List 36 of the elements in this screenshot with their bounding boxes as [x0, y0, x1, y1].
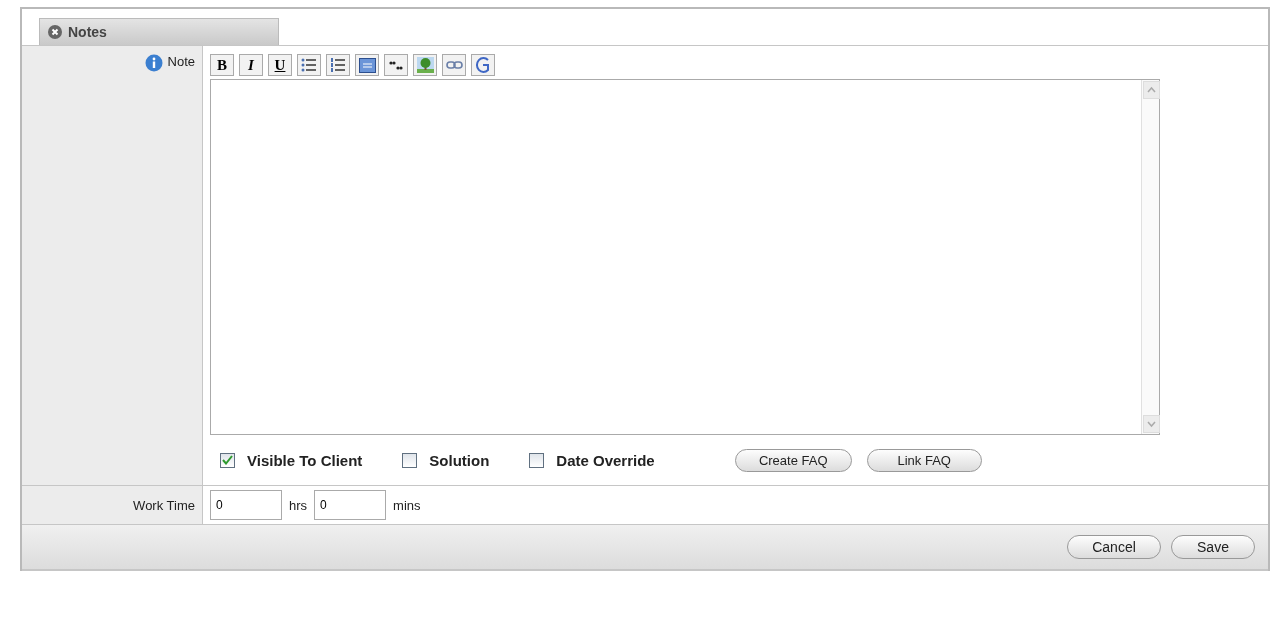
unit-label: mins — [393, 497, 421, 513]
info-icon — [144, 54, 163, 72]
save-button[interactable]: Save — [1171, 535, 1255, 559]
google-g-icon — [475, 56, 491, 74]
checkbox-label: Visible To Client — [247, 451, 363, 469]
italic-button[interactable]: I — [239, 54, 263, 76]
checkbox[interactable] — [529, 452, 545, 468]
checkbox-label: Date Override — [556, 451, 655, 469]
checkbox[interactable] — [402, 452, 418, 468]
checkbox[interactable] — [220, 452, 235, 468]
cancel-button[interactable]: Cancel — [1067, 535, 1161, 559]
hours-field[interactable]: 0 — [210, 490, 282, 520]
image-button[interactable] — [413, 54, 437, 76]
google-button[interactable] — [471, 54, 495, 76]
numbers-button[interactable] — [326, 54, 350, 76]
quote-icon — [389, 60, 403, 70]
numbered-list-icon — [330, 57, 346, 73]
tree-picture-icon — [416, 57, 434, 73]
chain-link-icon — [445, 60, 463, 70]
bold-button[interactable]: B — [210, 54, 234, 76]
field-label: Note — [167, 54, 195, 69]
minutes-field[interactable]: 0 — [314, 490, 387, 520]
link-button[interactable] — [442, 54, 466, 76]
checkbox-label: Solution — [429, 451, 490, 469]
bullet-list-icon — [301, 57, 317, 73]
faq-button[interactable]: Create FAQ — [734, 448, 852, 472]
field-label: Work Time — [133, 497, 195, 513]
close-icon[interactable] — [48, 25, 62, 39]
quote-button[interactable] — [384, 54, 408, 76]
notes-tab[interactable]: Notes — [39, 18, 279, 45]
text-block-icon — [358, 57, 376, 73]
bullets-button[interactable] — [297, 54, 321, 76]
unit-label: hrs — [289, 497, 308, 513]
block-button[interactable] — [355, 54, 379, 76]
faq-button[interactable]: Link FAQ — [866, 448, 982, 472]
underline-button[interactable]: U — [268, 54, 292, 76]
